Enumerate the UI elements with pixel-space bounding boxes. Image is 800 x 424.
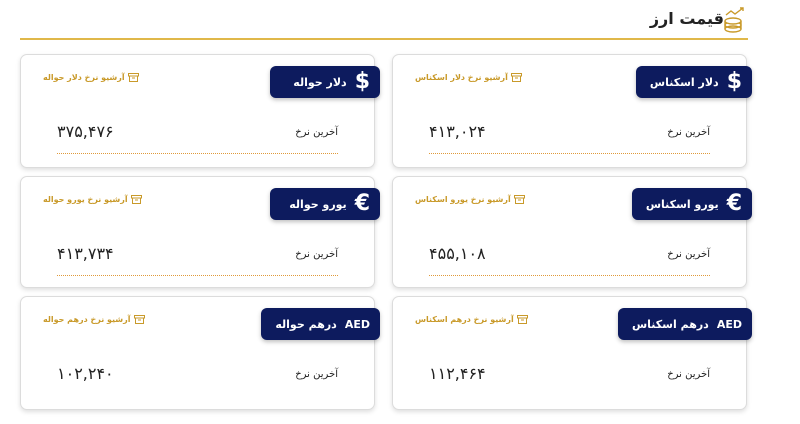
rate-card: درهم اسکناس AED آرشیو نرخ درهم اسکناس آخ… xyxy=(392,296,752,410)
rate-card: درهم حواله AED آرشیو نرخ درهم حواله آخری… xyxy=(20,296,380,410)
archive-link[interactable]: آرشیو نرخ درهم اسکناس xyxy=(415,315,528,324)
last-rate-value: ۴۱۳,۷۳۴ xyxy=(57,244,114,263)
currency-name: یورو اسکناس xyxy=(645,197,719,211)
currency-name: دلار حواله xyxy=(293,75,347,89)
archive-box-icon xyxy=(510,73,522,82)
archive-box-icon xyxy=(130,195,142,204)
currency-badge: یورو حواله € xyxy=(270,188,380,220)
dotted-divider xyxy=(429,153,710,154)
currency-name: دلار اسکناس xyxy=(649,75,719,89)
rate-card: یورو حواله € آرشیو نرخ یورو حواله آخرین … xyxy=(20,176,380,288)
currency-name: یورو حواله xyxy=(289,197,347,211)
dollar-icon: $ xyxy=(726,69,742,94)
currency-badge: درهم اسکناس AED xyxy=(617,308,752,340)
archive-link[interactable]: آرشیو نرخ یورو حواله xyxy=(43,195,142,204)
last-rate-label: آخرین نرخ xyxy=(667,127,710,138)
rate-card: دلار حواله $ آرشیو نرخ دلار حواله آخرین … xyxy=(20,54,380,168)
aed-icon: AED xyxy=(344,317,370,331)
archive-box-icon xyxy=(516,315,528,324)
last-rate-value: ۴۵۵,۱۰۸ xyxy=(429,244,486,263)
header-divider xyxy=(20,38,748,40)
archive-label: آرشیو نرخ یورو حواله xyxy=(43,195,128,204)
page-header: قیمت ارز xyxy=(0,0,800,44)
currency-badge: دلار اسکناس $ xyxy=(635,66,752,98)
last-rate-value: ۴۱۳,۰۲۴ xyxy=(429,122,486,141)
last-rate-label: آخرین نرخ xyxy=(295,369,338,380)
archive-link[interactable]: آرشیو نرخ درهم حواله xyxy=(43,315,145,324)
rate-card: یورو اسکناس € آرشیو نرخ یورو اسکناس آخری… xyxy=(392,176,752,288)
page-title: قیمت ارز xyxy=(649,9,724,28)
archive-link[interactable]: آرشیو نرخ دلار اسکناس xyxy=(415,73,522,82)
archive-link[interactable]: آرشیو نرخ دلار حواله xyxy=(43,73,139,82)
archive-link[interactable]: آرشیو نرخ یورو اسکناس xyxy=(415,195,525,204)
archive-box-icon xyxy=(513,195,525,204)
archive-box-icon xyxy=(127,73,139,82)
currency-badge: درهم حواله AED xyxy=(261,308,380,340)
archive-label: آرشیو نرخ دلار اسکناس xyxy=(415,73,508,82)
dotted-divider xyxy=(57,153,338,154)
currency-name: درهم حواله xyxy=(275,317,337,331)
euro-icon: € xyxy=(726,191,742,216)
currency-badge: دلار حواله $ xyxy=(270,66,380,98)
dotted-divider xyxy=(57,275,338,276)
currency-badge: یورو اسکناس € xyxy=(631,188,752,220)
dotted-divider xyxy=(429,275,710,276)
coin-stack-chart-icon xyxy=(724,7,744,33)
euro-icon: € xyxy=(354,191,370,216)
archive-label: آرشیو نرخ یورو اسکناس xyxy=(415,195,511,204)
archive-label: آرشیو نرخ درهم حواله xyxy=(43,315,131,324)
archive-label: آرشیو نرخ درهم اسکناس xyxy=(415,315,514,324)
last-rate-label: آخرین نرخ xyxy=(667,249,710,260)
last-rate-label: آخرین نرخ xyxy=(295,249,338,260)
last-rate-label: آخرین نرخ xyxy=(667,369,710,380)
rate-card: دلار اسکناس $ آرشیو نرخ دلار اسکناس آخری… xyxy=(392,54,752,168)
archive-label: آرشیو نرخ دلار حواله xyxy=(43,73,125,82)
last-rate-label: آخرین نرخ xyxy=(295,127,338,138)
last-rate-value: ۱۰۲,۲۴۰ xyxy=(57,364,114,383)
archive-box-icon xyxy=(133,315,145,324)
last-rate-value: ۳۷۵,۴۷۶ xyxy=(57,122,114,141)
currency-name: درهم اسکناس xyxy=(631,317,709,331)
last-rate-value: ۱۱۲,۴۶۴ xyxy=(429,364,486,383)
dollar-icon: $ xyxy=(354,69,370,94)
aed-icon: AED xyxy=(716,317,742,331)
